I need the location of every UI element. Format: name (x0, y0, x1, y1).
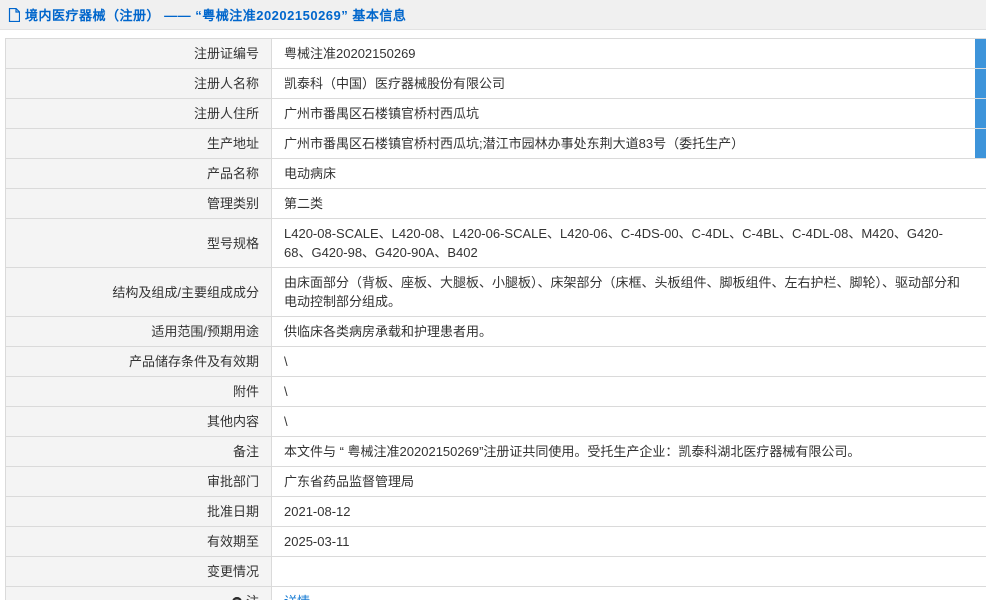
row-label: 有效期至 (6, 527, 272, 556)
row-label: 生产地址 (6, 129, 272, 158)
table-row-structure-composition: 结构及组成/主要组成成分 由床面部分（背板、座板、大腿板、小腿板）、床架部分（床… (6, 268, 986, 317)
table-row-approval-date: 批准日期 2021-08-12 (6, 497, 986, 527)
row-value: 本文件与 “ 粤械注准20202150269”注册证共同使用。受托生产企业：凯泰… (284, 444, 861, 459)
row-label: 注册证编号 (6, 39, 272, 68)
row-label: 附件 (6, 377, 272, 406)
row-label: 产品储存条件及有效期 (6, 347, 272, 376)
row-label: 注册人名称 (6, 69, 272, 98)
row-value: \ (284, 354, 288, 369)
row-value: 广州市番禺区石楼镇官桥村西瓜坑 (284, 106, 480, 121)
table-row-other-content: 其他内容 \ (6, 407, 986, 437)
table-row-storage-validity: 产品储存条件及有效期 \ (6, 347, 986, 377)
registration-table: 注册证编号 粤械注准20202150269 注册人名称 凯泰科（中国）医疗器械股… (5, 38, 986, 600)
row-label: 产品名称 (6, 159, 272, 188)
row-accent-bar (975, 129, 986, 158)
row-value: 粤械注准20202150269 (284, 46, 416, 61)
table-row-intended-use: 适用范围/预期用途 供临床各类病房承载和护理患者用。 (6, 317, 986, 347)
document-icon (8, 7, 20, 22)
row-value (272, 557, 986, 586)
table-row-remark: 备注 本文件与 “ 粤械注准20202150269”注册证共同使用。受托生产企业… (6, 437, 986, 467)
row-accent-bar (975, 39, 986, 68)
row-accent-bar (975, 69, 986, 98)
table-row-registrant-address: 注册人住所 广州市番禺区石楼镇官桥村西瓜坑 (6, 99, 986, 129)
row-label: 注册人住所 (6, 99, 272, 128)
row-value: 2021-08-12 (284, 504, 351, 519)
row-value: 由床面部分（背板、座板、大腿板、小腿板）、床架部分（床框、头板组件、脚板组件、左… (284, 275, 961, 309)
table-row-registrant-name: 注册人名称 凯泰科（中国）医疗器械股份有限公司 (6, 69, 986, 99)
row-label: 变更情况 (6, 557, 272, 586)
row-value: \ (284, 414, 288, 429)
table-row-management-class: 管理类别 第二类 (6, 189, 986, 219)
row-label: 其他内容 (6, 407, 272, 436)
row-label: 型号规格 (6, 219, 272, 267)
row-value: \ (284, 384, 288, 399)
row-value: 供临床各类病房承载和护理患者用。 (284, 324, 493, 339)
row-value: 2025-03-11 (284, 534, 350, 549)
note-label-text: 注 (246, 592, 259, 600)
table-row-note: 注 详情 (6, 587, 986, 600)
row-value: 广州市番禺区石楼镇官桥村西瓜坑;潜江市园林办事处东荆大道83号（委托生产） (284, 136, 745, 151)
table-row-production-address: 生产地址 广州市番禺区石楼镇官桥村西瓜坑;潜江市园林办事处东荆大道83号（委托生… (6, 129, 986, 159)
table-row-change-status: 变更情况 (6, 557, 986, 587)
row-label: 备注 (6, 437, 272, 466)
page-header: 境内医疗器械（注册） —— “粤械注准20202150269” 基本信息 (0, 0, 986, 30)
detail-link[interactable]: 详情 (284, 592, 310, 600)
row-value: L420-08-SCALE、L420-08、L420-06-SCALE、L420… (284, 226, 943, 260)
row-value: 电动病床 (284, 166, 337, 181)
table-row-attachment: 附件 \ (6, 377, 986, 407)
row-label: 适用范围/预期用途 (6, 317, 272, 346)
row-value: 第二类 (284, 196, 324, 211)
table-row-model-spec: 型号规格 L420-08-SCALE、L420-08、L420-06-SCALE… (6, 219, 986, 268)
page-title: 境内医疗器械（注册） —— “粤械注准20202150269” 基本信息 (25, 8, 407, 23)
table-row-cert-number: 注册证编号 粤械注准20202150269 (6, 39, 986, 69)
row-label: 管理类别 (6, 189, 272, 218)
table-row-approval-department: 审批部门 广东省药品监督管理局 (6, 467, 986, 497)
row-value: 广东省药品监督管理局 (284, 474, 415, 489)
row-accent-bar (975, 99, 986, 128)
row-label: 批准日期 (6, 497, 272, 526)
table-row-product-name: 产品名称 电动病床 (6, 159, 986, 189)
row-label: 注 (6, 587, 272, 600)
table-row-valid-until: 有效期至 2025-03-11 (6, 527, 986, 557)
row-label: 审批部门 (6, 467, 272, 496)
row-value: 详情 (272, 587, 986, 600)
row-value: 凯泰科（中国）医疗器械股份有限公司 (284, 76, 506, 91)
note-icon (231, 596, 242, 600)
row-label: 结构及组成/主要组成成分 (6, 268, 272, 316)
